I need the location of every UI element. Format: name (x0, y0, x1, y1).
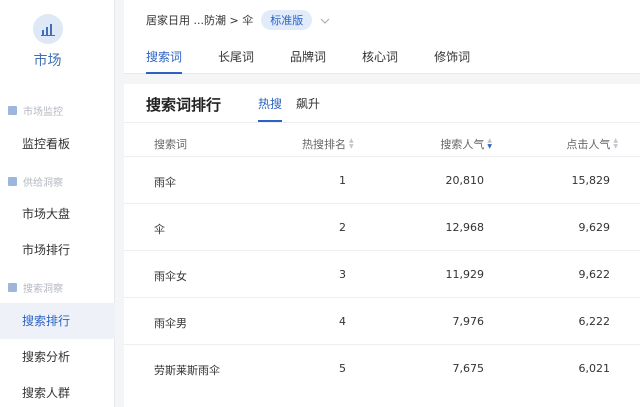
column-header-popularity[interactable]: 搜索人气 ▲ ▼ (440, 136, 492, 152)
section-supply-insight: 供给洞察 (8, 174, 63, 189)
cell-popularity: 7,976 (452, 315, 485, 328)
cell-clicks: 6,021 (578, 362, 611, 375)
sort-desc-icon[interactable]: ▲ ▼ (487, 138, 492, 150)
table-row[interactable]: 劳斯莱斯雨伞 5 7,675 6,021 (124, 344, 640, 391)
breadcrumb-path[interactable]: 居家日用 ...防潮 > 伞 (146, 12, 253, 28)
column-header-label: 点击人气 (566, 138, 611, 151)
table-row[interactable]: 雨伞男 4 7,976 6,222 (124, 297, 640, 344)
column-header-rank[interactable]: 热搜排名 ▲ ▼ (302, 136, 354, 152)
subtab-hot[interactable]: 热搜 (258, 96, 283, 122)
search-ranking-card: 搜索词排行 热搜 飙升 搜索词 热搜排名 ▲ ▼ 搜索人气 ▲ ▼ 点击人气 ▲ ▼ … (124, 84, 640, 407)
cell-popularity: 12,968 (445, 221, 485, 234)
edition-badge[interactable]: 标准版 (261, 10, 313, 30)
chart-icon (32, 14, 63, 44)
cell-word[interactable]: 雨伞女 (154, 268, 187, 284)
cell-word[interactable]: 雨伞男 (154, 315, 187, 331)
column-header-label: 热搜排名 (302, 138, 346, 151)
table-header: 搜索词 热搜排名 ▲ ▼ 搜索人气 ▲ ▼ 点击人气 ▲ ▼ (124, 128, 640, 156)
chevron-down-icon[interactable] (320, 14, 330, 27)
sidebar-item-monitor-board[interactable]: 监控看板 (0, 126, 115, 162)
cell-word[interactable]: 雨伞 (154, 174, 176, 190)
cell-popularity: 20,810 (445, 174, 485, 187)
cell-clicks: 9,629 (578, 221, 611, 234)
cell-clicks: 15,829 (571, 174, 611, 187)
sort-icon[interactable]: ▲ ▼ (613, 138, 618, 150)
tab-brand-words[interactable]: 品牌词 (290, 46, 326, 74)
section-icon (8, 283, 17, 292)
app-logo-label: 市场 (33, 53, 62, 69)
breadcrumb: 居家日用 ...防潮 > 伞 标准版 (146, 10, 330, 30)
cell-popularity: 11,929 (445, 268, 485, 281)
cell-popularity: 7,675 (452, 362, 485, 375)
section-label: 市场监控 (23, 107, 63, 118)
sidebar-item-search-audience[interactable]: 搜索人群 (0, 375, 115, 407)
cell-clicks: 6,222 (578, 315, 611, 328)
tab-search-words[interactable]: 搜索词 (146, 46, 183, 74)
card-title: 搜索词排行 (146, 96, 222, 114)
section-icon (8, 106, 17, 115)
section-market-monitor: 市场监控 (8, 103, 63, 118)
column-header-label: 搜索人气 (440, 138, 485, 151)
section-icon (8, 177, 17, 186)
subtab-rising[interactable]: 飙升 (296, 96, 320, 122)
sidebar-item-market-overview[interactable]: 市场大盘 (0, 196, 115, 232)
cell-word[interactable]: 劳斯莱斯雨伞 (154, 362, 220, 378)
column-header-clicks[interactable]: 点击人气 ▲ ▼ (566, 136, 618, 152)
cell-rank: 4 (339, 315, 346, 328)
tab-modifier-words[interactable]: 修饰词 (434, 46, 470, 74)
divider (124, 122, 640, 123)
tab-core-words[interactable]: 核心词 (362, 46, 398, 74)
sidebar-item-search-analysis[interactable]: 搜索分析 (0, 339, 115, 375)
section-search-insight: 搜索洞察 (8, 280, 63, 295)
table-row[interactable]: 伞 2 12,968 9,629 (124, 203, 640, 250)
cell-rank: 1 (339, 174, 346, 187)
sidebar: 市场 市场监控 监控看板 供给洞察 市场大盘 市场排行 搜索洞察 搜索排行 搜索… (0, 0, 115, 407)
sidebar-item-market-ranking[interactable]: 市场排行 (0, 232, 115, 268)
table-row[interactable]: 雨伞 1 20,810 15,829 (124, 156, 640, 203)
tab-long-tail-words[interactable]: 长尾词 (218, 46, 254, 74)
table-row[interactable]: 雨伞女 3 11,929 9,622 (124, 250, 640, 297)
column-header-word: 搜索词 (154, 138, 187, 151)
cell-rank: 3 (339, 268, 346, 281)
sort-icon[interactable]: ▲ ▼ (349, 138, 354, 150)
sidebar-item-search-ranking[interactable]: 搜索排行 (0, 303, 115, 339)
cell-clicks: 9,622 (578, 268, 611, 281)
section-label: 搜索洞察 (23, 284, 63, 295)
word-type-tabs: 搜索词 长尾词 品牌词 核心词 修饰词 (146, 46, 506, 74)
cell-rank: 2 (339, 221, 346, 234)
app-logo[interactable]: 市场 (0, 14, 95, 70)
cell-word[interactable]: 伞 (154, 221, 165, 237)
ranking-subtabs: 热搜 飙升 (258, 96, 334, 122)
page-header: 居家日用 ...防潮 > 伞 标准版 搜索词 长尾词 品牌词 核心词 修饰词 (124, 0, 640, 74)
cell-rank: 5 (339, 362, 346, 375)
section-label: 供给洞察 (23, 178, 63, 189)
